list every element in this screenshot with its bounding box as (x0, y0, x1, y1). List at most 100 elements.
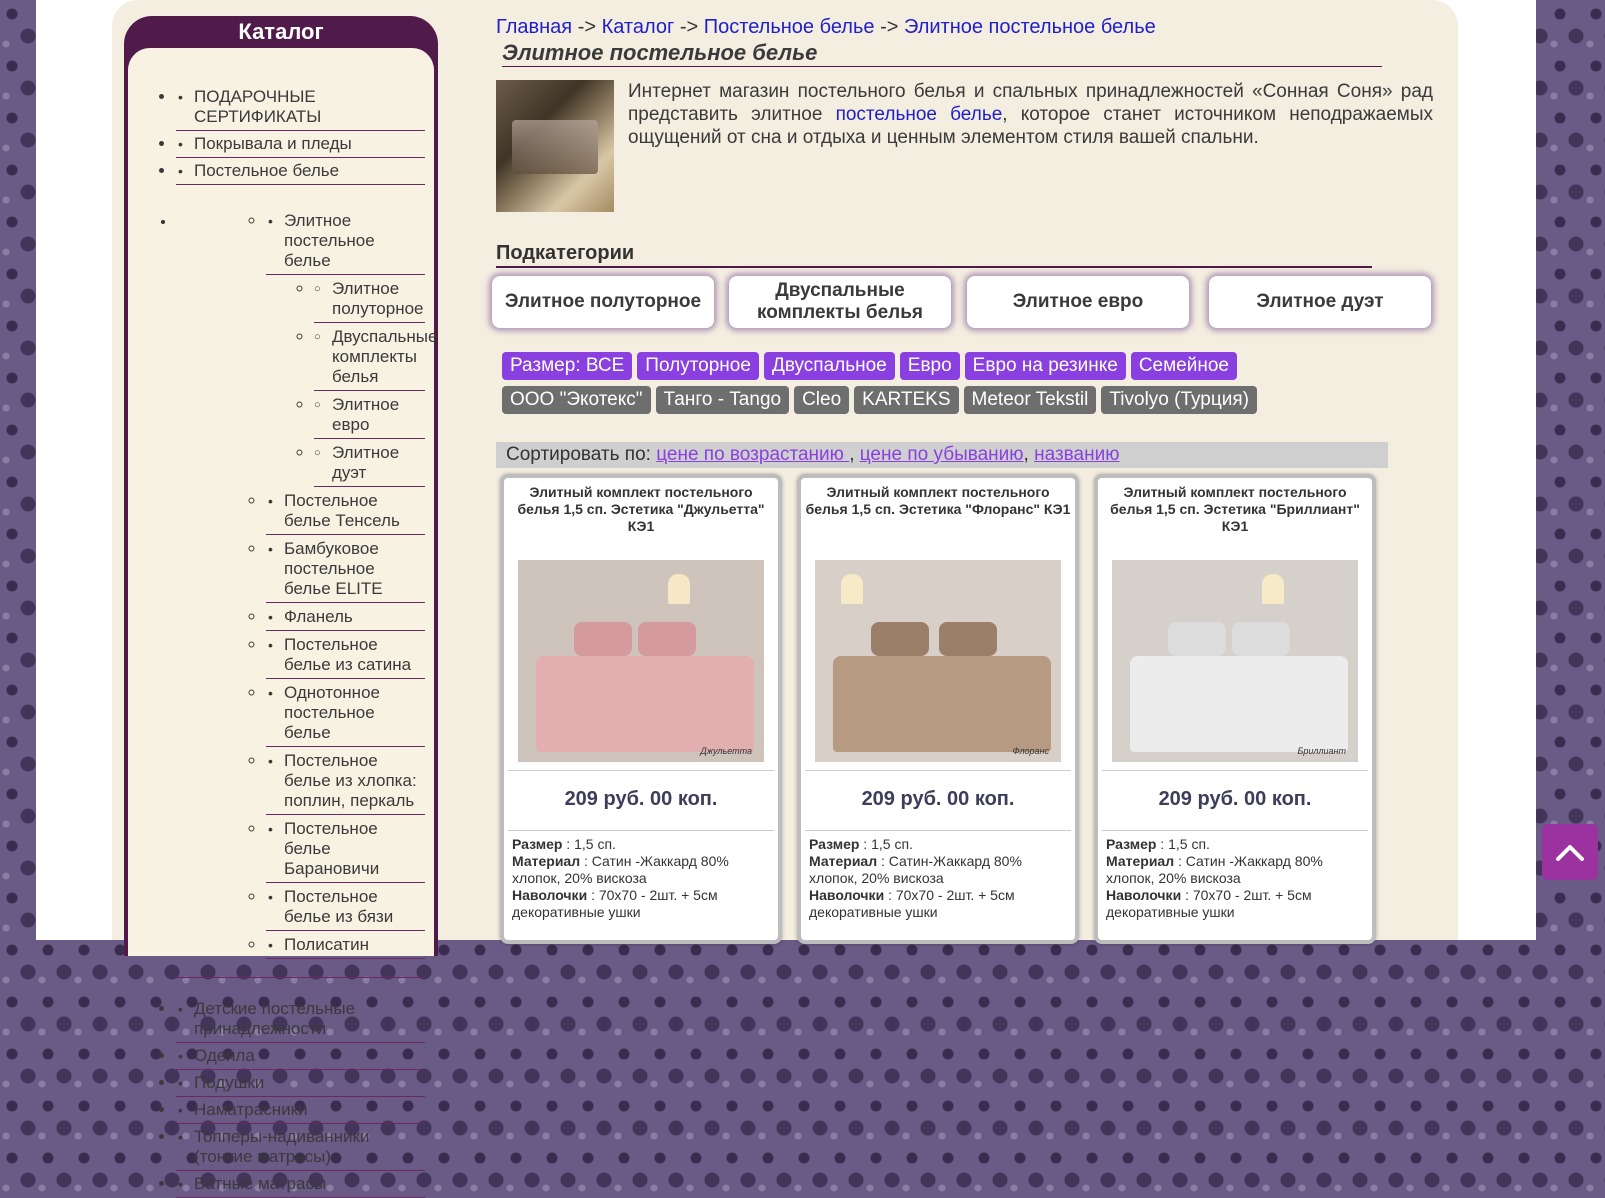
brand-filter-ecotex[interactable]: ООО "Экотекс" (502, 386, 651, 414)
breadcrumb-bedding-link[interactable]: Постельное белье (704, 16, 875, 38)
spec-key: Размер (809, 836, 860, 852)
sidebar-item-elite-one-and-half[interactable]: Элитное полуторное (314, 275, 425, 323)
brand-filter-cleo[interactable]: Cleo (794, 386, 850, 414)
size-filter-family[interactable]: Семейное (1130, 352, 1237, 380)
scroll-to-top-button[interactable] (1542, 824, 1598, 880)
lamp-shape (668, 574, 690, 604)
product-specs: Размер : 1,5 сп. Материал : Сатин-Жаккар… (809, 836, 1067, 921)
brand-filter-tango[interactable]: Танго - Tango (655, 386, 790, 414)
product-name[interactable]: Элитный комплект постельного белья 1,5 с… (504, 478, 778, 548)
sort-bar: Сортировать по: цене по возрастанию , це… (496, 442, 1388, 468)
product-card[interactable]: Элитный комплект постельного белья 1,5 с… (1094, 474, 1376, 944)
product-image[interactable]: Флоранс (815, 560, 1061, 762)
spec-pillowcases: Наволочки : 70х70 - 2шт. + 5см декоратив… (809, 887, 1067, 921)
sidebar-item-elite-duet[interactable]: Элитное дуэт (314, 439, 425, 487)
category-item-blankets[interactable]: Одеяла (176, 1043, 425, 1070)
sort-price-desc-link[interactable]: цене по убыванию (860, 444, 1024, 465)
bed-shape (536, 656, 754, 752)
bed-shape (1130, 656, 1348, 752)
product-price: 209 руб. 00 коп. (564, 788, 718, 810)
divider (508, 830, 774, 831)
size-filter-euro-elastic[interactable]: Евро на резинке (964, 352, 1126, 380)
category-item-bedding[interactable]: Постельное белье (176, 158, 425, 185)
divider (805, 830, 1071, 831)
spec-key: Наволочки (809, 887, 885, 903)
category-item-gift-certificates[interactable]: ПОДАРОЧНЫЕ СЕРТИФИКАТЫ (176, 84, 425, 131)
sidebar-item-tencel[interactable]: Постельное белье Тенсель (266, 487, 425, 535)
category-item-bedspreads[interactable]: Покрывала и пледы (176, 131, 425, 158)
brand-filter-karteks[interactable]: KARTEKS (854, 386, 959, 414)
divider (805, 770, 1071, 771)
size-filter-double[interactable]: Двуспальное (763, 352, 895, 380)
sidebar-item-baranovichi[interactable]: Постельное белье Барановичи (266, 815, 425, 883)
size-filter-euro[interactable]: Евро (899, 352, 960, 380)
breadcrumb-current-link[interactable]: Элитное постельное белье (904, 16, 1156, 38)
category-item-mattress-covers[interactable]: Наматрасники (176, 1097, 425, 1124)
spec-key: Наволочки (1106, 887, 1182, 903)
sidebar-item-cotton[interactable]: Постельное белье из хлопка: поплин, перк… (266, 747, 425, 815)
size-filter-one-and-half[interactable]: Полуторное (637, 352, 759, 380)
divider (1102, 770, 1368, 771)
chevron-up-icon (1556, 845, 1584, 861)
product-card[interactable]: Элитный комплект постельного белья 1,5 с… (797, 474, 1079, 944)
sort-price-asc-link[interactable]: цене по возрастанию (656, 444, 849, 465)
product-name[interactable]: Элитный комплект постельного белья 1,5 с… (1098, 478, 1372, 548)
spec-size: Размер : 1,5 сп. (809, 836, 1067, 853)
spec-key: Размер (512, 836, 563, 852)
spec-value: : 1,5 сп. (859, 836, 913, 852)
category-item-cotton-mattresses[interactable]: Ватные матрасы (176, 1171, 425, 1198)
breadcrumb-separator: -> (679, 16, 699, 38)
pillow-shape (1232, 622, 1290, 656)
spec-pillowcases: Наволочки : 70х70 - 2шт. + 5см декоратив… (1106, 887, 1364, 921)
spec-key: Наволочки (512, 887, 588, 903)
sidebar-item-elite-euro[interactable]: Элитное евро (314, 391, 425, 439)
brand-filter-tivolyo[interactable]: Tivolyo (Турция) (1101, 386, 1257, 414)
sidebar-item-plain[interactable]: Однотонное постельное белье (266, 679, 425, 747)
bedding-subcategory-list: Элитное постельное белье Элитное полутор… (176, 185, 437, 978)
product-card[interactable]: Элитный комплект постельного белья 1,5 с… (500, 474, 782, 944)
breadcrumb-home-link[interactable]: Главная (496, 16, 572, 38)
spec-pillowcases: Наволочки : 70х70 - 2шт. + 5см декоратив… (512, 887, 770, 921)
pillow-shape (871, 622, 929, 656)
bed-shape (833, 656, 1051, 752)
sidebar-item-elite-bedding[interactable]: Элитное постельное белье (266, 207, 425, 275)
brand-filter-meteor[interactable]: Meteor Tekstil (963, 386, 1097, 414)
pillow-shape (638, 622, 696, 656)
sidebar-item-flannel[interactable]: Фланель (266, 603, 425, 631)
sidebar-item-satin[interactable]: Постельное белье из сатина (266, 631, 425, 679)
spec-material: Материал : Сатин -Жаккард 80% хлопок, 20… (1106, 853, 1364, 887)
sidebar-item-calico[interactable]: Постельное белье из бязи (266, 883, 425, 931)
subcategory-button-double[interactable]: Двуспальные комплекты белья (729, 276, 951, 328)
sidebar-item-double-sets[interactable]: Двуспальные комплекты белья (314, 323, 437, 391)
size-filter-all[interactable]: Размер: ВСЕ (502, 352, 633, 380)
product-price: 209 руб. 00 коп. (861, 788, 1015, 810)
subcategory-button-euro[interactable]: Элитное евро (967, 276, 1189, 328)
subcategory-buttons: Элитное полуторное Двуспальные комплекты… (492, 276, 1447, 330)
sort-name-link[interactable]: названию (1034, 444, 1119, 465)
size-filter-row: Размер: ВСЕ Полуторное Двуспальное Евро Евро… (502, 352, 1453, 382)
product-name[interactable]: Элитный комплект постельного белья 1,5 с… (801, 478, 1075, 548)
subcategory-button-duet[interactable]: Элитное дуэт (1209, 276, 1431, 328)
category-item-toppers[interactable]: Топперы-надиванники (тонкие матрасы) (176, 1124, 425, 1171)
product-image[interactable]: Джульетта (518, 560, 764, 762)
intro-image (496, 80, 614, 212)
divider (1102, 830, 1368, 831)
breadcrumb-catalog-link[interactable]: Каталог (602, 16, 675, 38)
spec-value: : 1,5 сп. (1156, 836, 1210, 852)
product-image-label: Бриллиант (1297, 746, 1346, 756)
category-item-kids[interactable]: Детские постельные принадлежности (176, 996, 425, 1043)
spec-size: Размер : 1,5 сп. (1106, 836, 1364, 853)
product-image[interactable]: Бриллиант (1112, 560, 1358, 762)
category-item-pillows[interactable]: Подушки (176, 1070, 425, 1097)
product-image-label: Флоранс (1012, 746, 1049, 756)
pillow-shape (1168, 622, 1226, 656)
pillow-shape (574, 622, 632, 656)
spec-material: Материал : Сатин-Жаккард 80% хлопок, 20%… (809, 853, 1067, 887)
spec-key: Размер (1106, 836, 1157, 852)
subcategory-button-one-and-half[interactable]: Элитное полуторное (492, 276, 714, 328)
intro-bedding-link[interactable]: постельное белье (836, 104, 1003, 125)
sidebar-item-polysatin[interactable]: Полисатин (266, 931, 425, 959)
sort-label: Сортировать по: (506, 444, 657, 465)
sidebar-item-bamboo[interactable]: Бамбуковое постельное белье ELITE (266, 535, 425, 603)
main-content: Главная -> Каталог -> Постельное белье -… (492, 14, 1456, 468)
